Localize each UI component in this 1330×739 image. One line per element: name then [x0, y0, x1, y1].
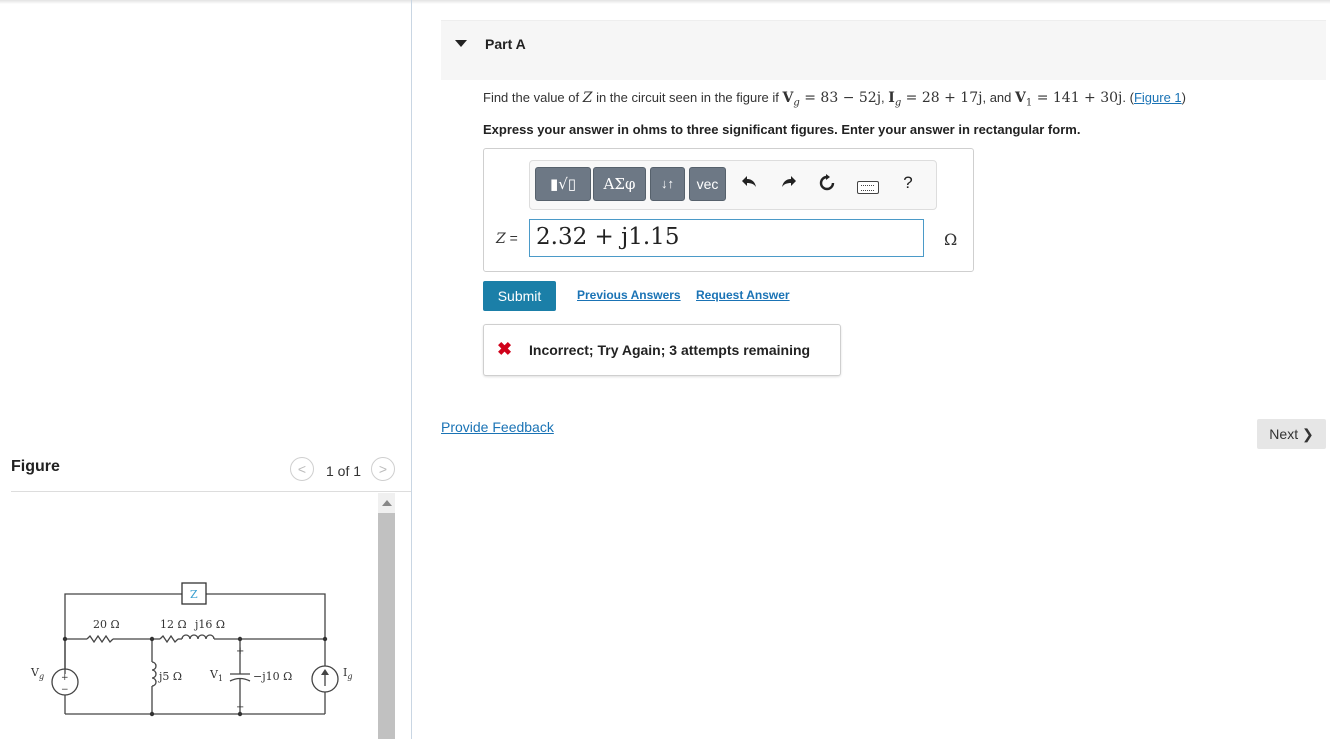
part-a-header[interactable]	[441, 20, 1326, 80]
vg-minus-sign: −	[61, 685, 69, 695]
math-v1: V	[1015, 90, 1026, 106]
question-text: Find the value of Z in the circuit seen …	[483, 90, 1186, 109]
panel-divider	[411, 0, 412, 739]
help-icon[interactable]: ?	[897, 173, 919, 193]
circuit-diagram: Z 20 Ω 12 Ω j16 Ω j5 Ω −j10 Ω V1 + − + −…	[30, 582, 352, 717]
vector-button[interactable]: vec	[689, 167, 726, 201]
resistor-12-label: 12 Ω	[160, 618, 187, 631]
ig-label: Ig	[343, 666, 352, 681]
greek-symbols-button[interactable]: ΑΣφ	[593, 167, 646, 201]
instruction-text: Express your answer in ohms to three sig…	[483, 122, 1081, 137]
inductor-j5-label: j5 Ω	[157, 670, 182, 683]
math-ig-value: = 28 + 17j	[901, 90, 983, 106]
v1-plus-sign: +	[236, 646, 244, 657]
figure-link[interactable]: Figure 1	[1134, 90, 1182, 105]
part-title: Part A	[485, 36, 526, 52]
math-z: Z	[582, 90, 593, 106]
math-vg-value: = 83 − 52j	[799, 90, 882, 106]
capacitor-label: −j10 Ω	[253, 670, 292, 683]
math-vg: V	[782, 90, 794, 106]
question-fragment: Find the value of	[483, 90, 583, 105]
next-button[interactable]: Next ❯	[1257, 419, 1326, 449]
submit-button[interactable]: Submit	[483, 281, 556, 311]
z-label: Z	[190, 588, 198, 601]
answer-equals: =	[505, 230, 518, 246]
question-fragment: . (	[1122, 90, 1134, 105]
request-answer-link[interactable]: Request Answer	[696, 288, 790, 302]
error-x-icon: ✖	[497, 339, 513, 359]
previous-answers-link[interactable]: Previous Answers	[577, 288, 681, 302]
vg-label: Vg	[30, 666, 44, 681]
unit-label: Ω	[944, 230, 958, 249]
figure-count: 1 of 1	[326, 463, 362, 479]
top-shadow	[0, 0, 1330, 4]
v1-label-sub: 1	[218, 674, 223, 683]
subscript-superscript-button[interactable]: ↓↑	[650, 167, 685, 201]
scroll-up-arrow-icon[interactable]	[382, 500, 392, 506]
figure-separator	[11, 491, 411, 492]
answer-input[interactable]: 2.32 + j1.15	[529, 219, 924, 257]
ig-label-sub: g	[347, 672, 352, 681]
question-fragment: )	[1181, 90, 1186, 105]
figure-title: Figure	[11, 458, 60, 475]
question-fragment: in the circuit seen in the figure if	[592, 90, 783, 105]
collapse-caret-icon[interactable]	[455, 40, 467, 47]
answer-label: Z =	[496, 230, 518, 247]
resistor-20-label: 20 Ω	[93, 618, 120, 631]
inductor-j16-label: j16 Ω	[193, 618, 225, 631]
provide-feedback-link[interactable]: Provide Feedback	[441, 419, 554, 435]
feedback-message: Incorrect; Try Again; 3 attempts remaini…	[529, 342, 811, 358]
question-fragment: , and	[982, 90, 1015, 105]
vg-plus-sign: +	[61, 673, 69, 683]
undo-icon[interactable]	[738, 173, 760, 196]
previous-figure-button[interactable]: <	[290, 457, 314, 481]
math-v1-value: = 141 + 30j	[1032, 90, 1123, 106]
vg-label-sub: g	[39, 672, 44, 681]
v1-minus-sign: −	[236, 702, 244, 713]
v1-label: V1	[209, 668, 223, 683]
scrollbar-thumb[interactable]	[378, 513, 395, 739]
templates-button[interactable]: ▮√▯	[535, 167, 591, 201]
redo-icon[interactable]	[778, 173, 800, 196]
reset-icon[interactable]	[816, 173, 838, 198]
next-figure-button[interactable]: >	[371, 457, 395, 481]
answer-variable: Z	[496, 231, 506, 247]
keyboard-icon[interactable]	[857, 181, 879, 194]
